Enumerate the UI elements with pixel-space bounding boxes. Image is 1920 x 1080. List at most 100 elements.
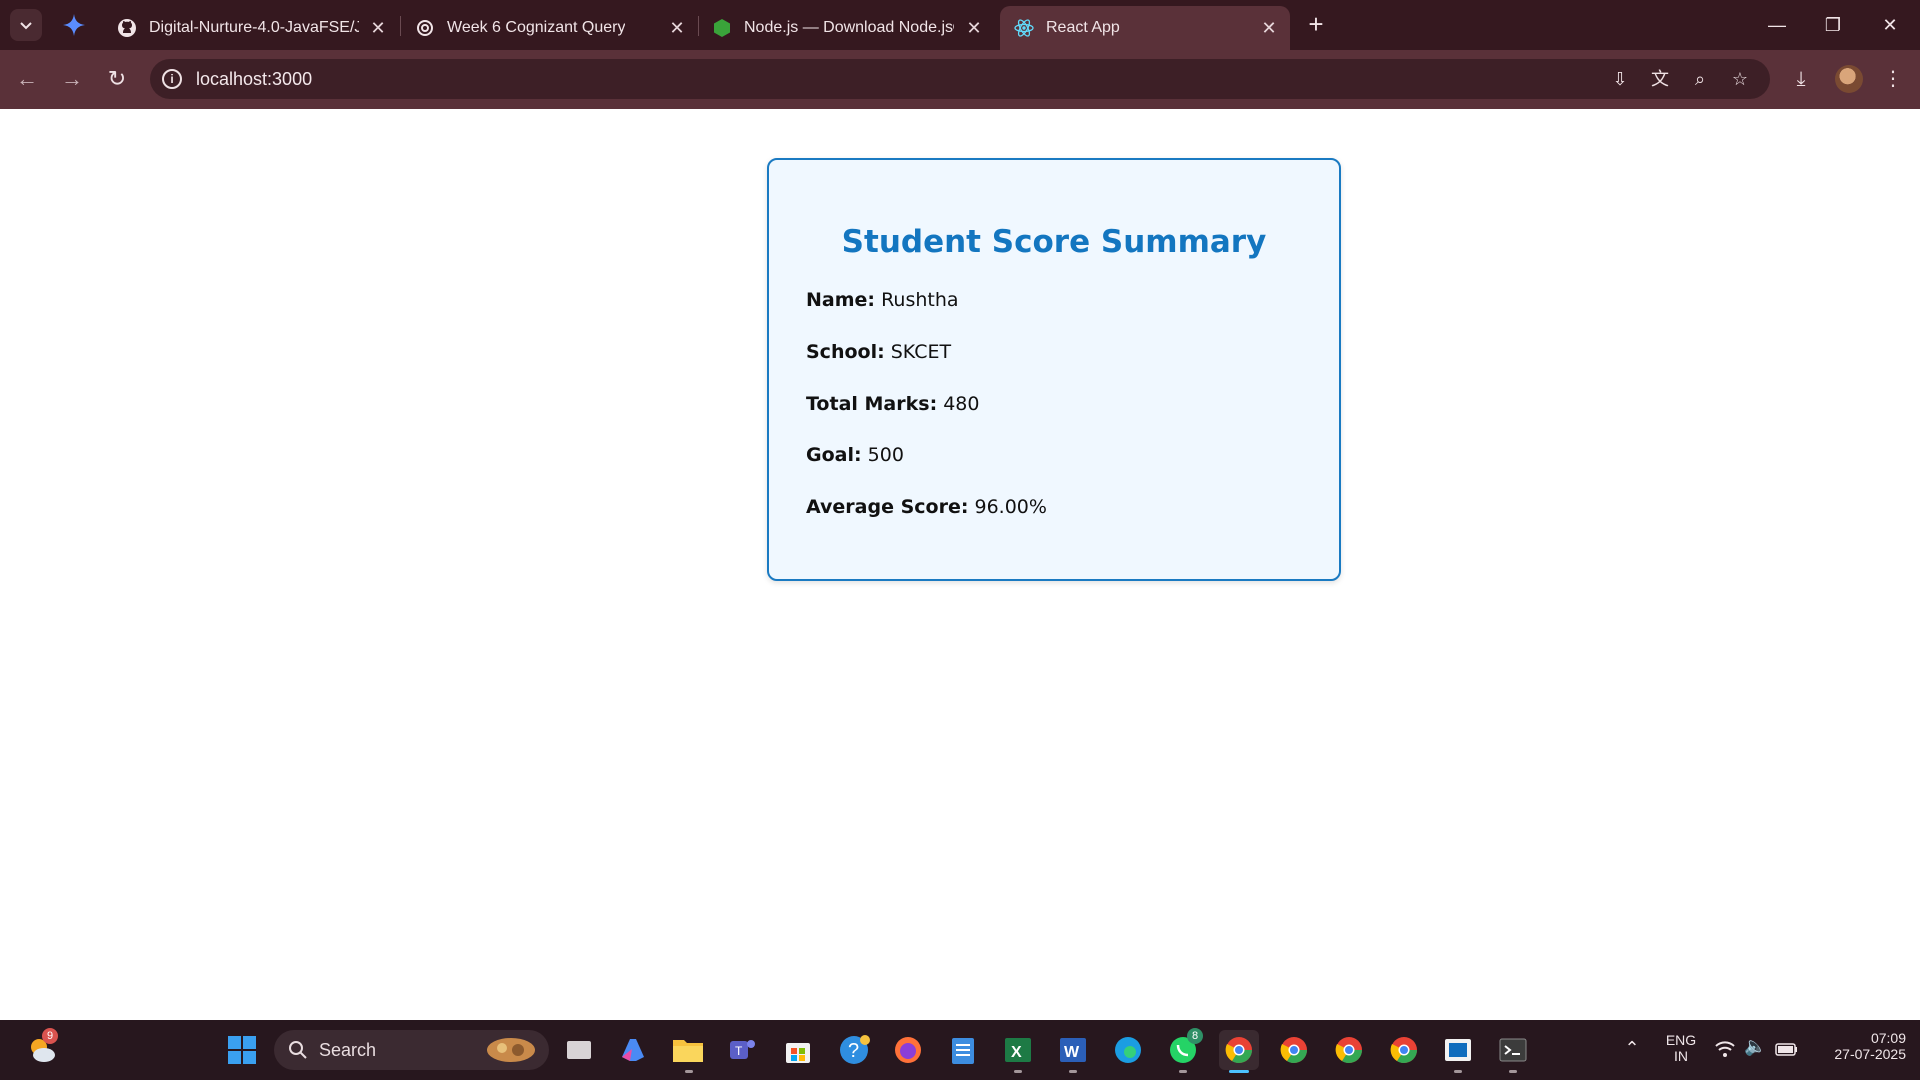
name-row: Name: Rushtha xyxy=(806,289,959,311)
svg-text:X: X xyxy=(1011,1044,1022,1061)
minimize-icon[interactable]: — xyxy=(1762,10,1792,40)
bookmark-star-icon[interactable]: ☆ xyxy=(1728,67,1752,91)
row-label: Name: xyxy=(806,289,876,311)
volume-icon[interactable]: 🔈 xyxy=(1744,1036,1766,1060)
start-button[interactable] xyxy=(222,1030,262,1070)
row-label: Total Marks: xyxy=(806,393,938,415)
svg-text:?: ? xyxy=(848,1040,859,1062)
card-title: Student Score Summary xyxy=(841,224,1267,260)
teams-icon[interactable]: T xyxy=(722,1030,762,1070)
running-indicator xyxy=(1179,1070,1187,1073)
tab-react-app[interactable]: React App ✕ xyxy=(1000,6,1290,50)
score-summary-card: Student Score Summary Name: Rushtha Scho… xyxy=(767,158,1341,581)
tab-title: Digital-Nurture-4.0-JavaFSE/Jav xyxy=(149,19,359,36)
region-label: IN xyxy=(1674,1048,1688,1064)
running-indicator xyxy=(1509,1070,1517,1073)
task-view-icon[interactable] xyxy=(559,1030,599,1070)
close-icon[interactable]: ✕ xyxy=(1260,19,1278,37)
chevron-down-icon xyxy=(20,22,32,30)
tab-nodejs[interactable]: Node.js — Download Node.js® ✕ xyxy=(698,6,995,50)
row-value: 500 xyxy=(867,444,904,466)
weather-badge: 9 xyxy=(42,1028,58,1044)
install-app-icon[interactable]: ⇩ xyxy=(1608,67,1632,91)
nodejs-icon xyxy=(712,18,732,38)
app-window-icon[interactable] xyxy=(1438,1030,1478,1070)
running-indicator xyxy=(685,1070,693,1073)
svg-text:T: T xyxy=(735,1044,743,1058)
tab-title: React App xyxy=(1046,19,1120,36)
whatsapp-icon[interactable]: 8 xyxy=(1163,1028,1203,1070)
tab-title: Node.js — Download Node.js® xyxy=(744,19,954,36)
firefox-icon[interactable] xyxy=(888,1030,928,1070)
chrome-profile-icon[interactable] xyxy=(1274,1030,1314,1070)
downloads-icon[interactable]: ⤓ xyxy=(1787,65,1815,93)
github-icon xyxy=(117,18,137,38)
row-label: School: xyxy=(806,341,885,363)
language-label: ENG xyxy=(1665,1032,1697,1048)
chevron-up-icon[interactable]: ⌃ xyxy=(1620,1038,1644,1062)
tab-strip: Digital-Nurture-4.0-JavaFSE/Jav ✕ Week 6… xyxy=(0,0,1920,50)
row-label: Average Score: xyxy=(806,496,969,518)
battery-icon[interactable] xyxy=(1775,1038,1799,1062)
page-content: Student Score Summary Name: Rushtha Scho… xyxy=(0,109,1920,1020)
windows-taskbar: 9 Search T ? X W 8 ⌃ ENG IN 🔈 07:09 27-0… xyxy=(0,1020,1920,1080)
active-app-indicator xyxy=(1229,1070,1249,1073)
reload-icon[interactable]: ↻ xyxy=(103,65,131,93)
url-text: localhost:3000 xyxy=(196,69,313,89)
svg-text:W: W xyxy=(1064,1044,1080,1061)
excel-icon[interactable]: X xyxy=(998,1030,1038,1070)
translate-icon[interactable]: 文 xyxy=(1648,67,1672,91)
running-indicator xyxy=(1014,1070,1022,1073)
row-value: SKCET xyxy=(890,341,952,363)
running-indicator xyxy=(1454,1070,1462,1073)
microsoft-store-icon[interactable] xyxy=(778,1030,818,1070)
tab-github[interactable]: Digital-Nurture-4.0-JavaFSE/Jav ✕ xyxy=(103,6,399,50)
forward-icon[interactable]: → xyxy=(58,65,86,93)
chatgpt-icon xyxy=(415,18,435,38)
word-icon[interactable]: W xyxy=(1053,1030,1093,1070)
date-label: 27-07-2025 xyxy=(1834,1046,1906,1062)
language-indicator[interactable]: ENG IN xyxy=(1660,1032,1702,1064)
gemini-icon[interactable] xyxy=(62,13,86,37)
chrome-profile-icon[interactable] xyxy=(1329,1030,1369,1070)
edge-icon[interactable] xyxy=(1108,1030,1148,1070)
chrome-profile-icon[interactable] xyxy=(1384,1030,1424,1070)
close-window-icon[interactable]: ✕ xyxy=(1875,10,1905,40)
back-icon[interactable]: ← xyxy=(13,65,41,93)
react-icon xyxy=(1014,18,1034,38)
search-label: Search xyxy=(319,1040,377,1060)
row-value: 96.00% xyxy=(974,496,1047,518)
help-icon[interactable]: ? xyxy=(834,1030,874,1070)
search-icon xyxy=(289,1041,307,1059)
more-menu-icon[interactable]: ⋮ xyxy=(1879,65,1907,93)
tab-title: Week 6 Cognizant Query xyxy=(447,19,626,36)
close-icon[interactable]: ✕ xyxy=(668,19,686,37)
close-icon[interactable]: ✕ xyxy=(965,19,983,37)
browser-toolbar: ← → ↻ i localhost:3000 ⇩ 文 ⌕ ☆ ⤓ ⋮ xyxy=(0,50,1920,109)
address-bar[interactable]: i localhost:3000 ⇩ 文 ⌕ ☆ xyxy=(150,59,1770,99)
tab-search-button[interactable] xyxy=(10,9,42,41)
row-value: Rushtha xyxy=(881,289,959,311)
total-marks-row: Total Marks: 480 xyxy=(806,393,979,415)
chrome-active-icon[interactable] xyxy=(1219,1030,1259,1070)
wifi-icon[interactable] xyxy=(1714,1038,1738,1062)
taskbar-search[interactable]: Search xyxy=(274,1030,549,1070)
close-icon[interactable]: ✕ xyxy=(369,19,387,37)
profile-avatar[interactable] xyxy=(1835,65,1863,93)
goal-row: Goal: 500 xyxy=(806,444,904,466)
weather-widget-icon[interactable]: 9 xyxy=(22,1028,62,1070)
notepad-icon[interactable] xyxy=(943,1030,983,1070)
tab-week6[interactable]: Week 6 Cognizant Query ✕ xyxy=(401,6,698,50)
file-explorer-icon[interactable] xyxy=(668,1030,708,1070)
site-info-icon[interactable]: i xyxy=(162,69,182,89)
restore-icon[interactable]: ❐ xyxy=(1818,10,1848,40)
terminal-icon[interactable] xyxy=(1493,1030,1533,1070)
new-tab-button[interactable]: + xyxy=(1302,11,1330,39)
search-highlight-icon xyxy=(487,1038,535,1062)
clock[interactable]: 07:09 27-07-2025 xyxy=(1806,1030,1906,1062)
average-score-row: Average Score: 96.00% xyxy=(806,496,1047,518)
zoom-icon[interactable]: ⌕ xyxy=(1688,67,1712,91)
time-label: 07:09 xyxy=(1870,1030,1906,1046)
whatsapp-badge: 8 xyxy=(1187,1028,1203,1044)
copilot-icon[interactable] xyxy=(613,1030,653,1070)
